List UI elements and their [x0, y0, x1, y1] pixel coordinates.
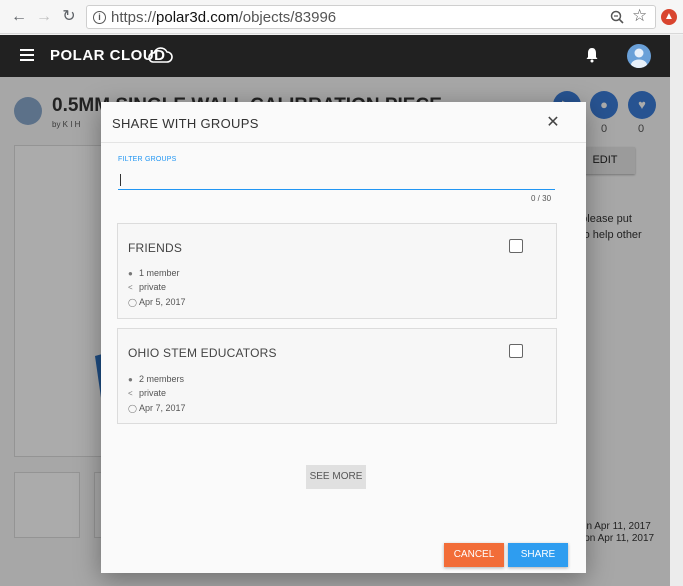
group-date: ◯ Apr 5, 2017	[128, 297, 186, 307]
group-members: ● 1 member	[128, 268, 180, 278]
filter-groups-input[interactable]	[118, 170, 555, 190]
see-more-button[interactable]: SEE MORE	[306, 465, 366, 489]
star-icon[interactable]: ☆	[632, 6, 647, 26]
share-icon: <	[128, 283, 133, 292]
avatar[interactable]	[627, 44, 651, 68]
group-card-friends[interactable]: FRIENDS ● 1 member < private ◯ Apr 5, 2017	[117, 223, 557, 319]
group-checkbox[interactable]	[509, 239, 523, 253]
scrollbar[interactable]	[670, 35, 683, 586]
close-icon[interactable]: ✕	[545, 115, 561, 131]
text-cursor	[120, 174, 121, 186]
menu-icon[interactable]	[20, 49, 34, 61]
char-counter: 0 / 30	[531, 194, 552, 203]
reload-icon[interactable]: ↻	[60, 8, 78, 26]
share-button[interactable]: SHARE	[508, 543, 568, 567]
group-date: ◯ Apr 7, 2017	[128, 403, 186, 413]
person-icon: ●	[128, 375, 133, 384]
cancel-button[interactable]: CANCEL	[444, 543, 504, 567]
divider	[101, 142, 586, 143]
extension-icon[interactable]: ▲	[661, 9, 677, 25]
group-members: ● 2 members	[128, 374, 185, 384]
cloud-icon	[148, 47, 173, 63]
person-icon: ●	[128, 269, 133, 278]
app-header: POLAR CLOUD	[0, 35, 670, 77]
address-bar[interactable]: i https://polar3d.com/objects/83996 ☆	[86, 5, 656, 29]
group-checkbox[interactable]	[509, 344, 523, 358]
bell-icon[interactable]	[585, 47, 599, 63]
group-visibility: < private	[128, 388, 167, 398]
share-with-groups-dialog: SHARE WITH GROUPS ✕ FILTER GROUPS 0 / 30…	[101, 102, 586, 573]
filter-groups-label: FILTER GROUPS	[118, 156, 177, 163]
browser-toolbar: ← → ↻ i https://polar3d.com/objects/8399…	[0, 0, 683, 34]
group-name: OHIO STEM EDUCATORS	[128, 346, 277, 360]
clock-icon: ◯	[128, 404, 137, 413]
info-icon[interactable]: i	[93, 11, 106, 24]
back-icon[interactable]: ←	[10, 8, 28, 26]
group-visibility: < private	[128, 282, 167, 292]
group-card-ohio-stem-educators[interactable]: OHIO STEM EDUCATORS ● 2 members < private …	[117, 328, 557, 424]
clock-icon: ◯	[128, 298, 137, 307]
share-icon: <	[128, 389, 133, 398]
dialog-title: SHARE WITH GROUPS	[112, 116, 259, 131]
forward-icon[interactable]: →	[35, 8, 53, 26]
url-text[interactable]: https://polar3d.com/objects/83996	[111, 9, 336, 26]
zoom-icon[interactable]	[610, 10, 624, 24]
group-name: FRIENDS	[128, 241, 183, 255]
